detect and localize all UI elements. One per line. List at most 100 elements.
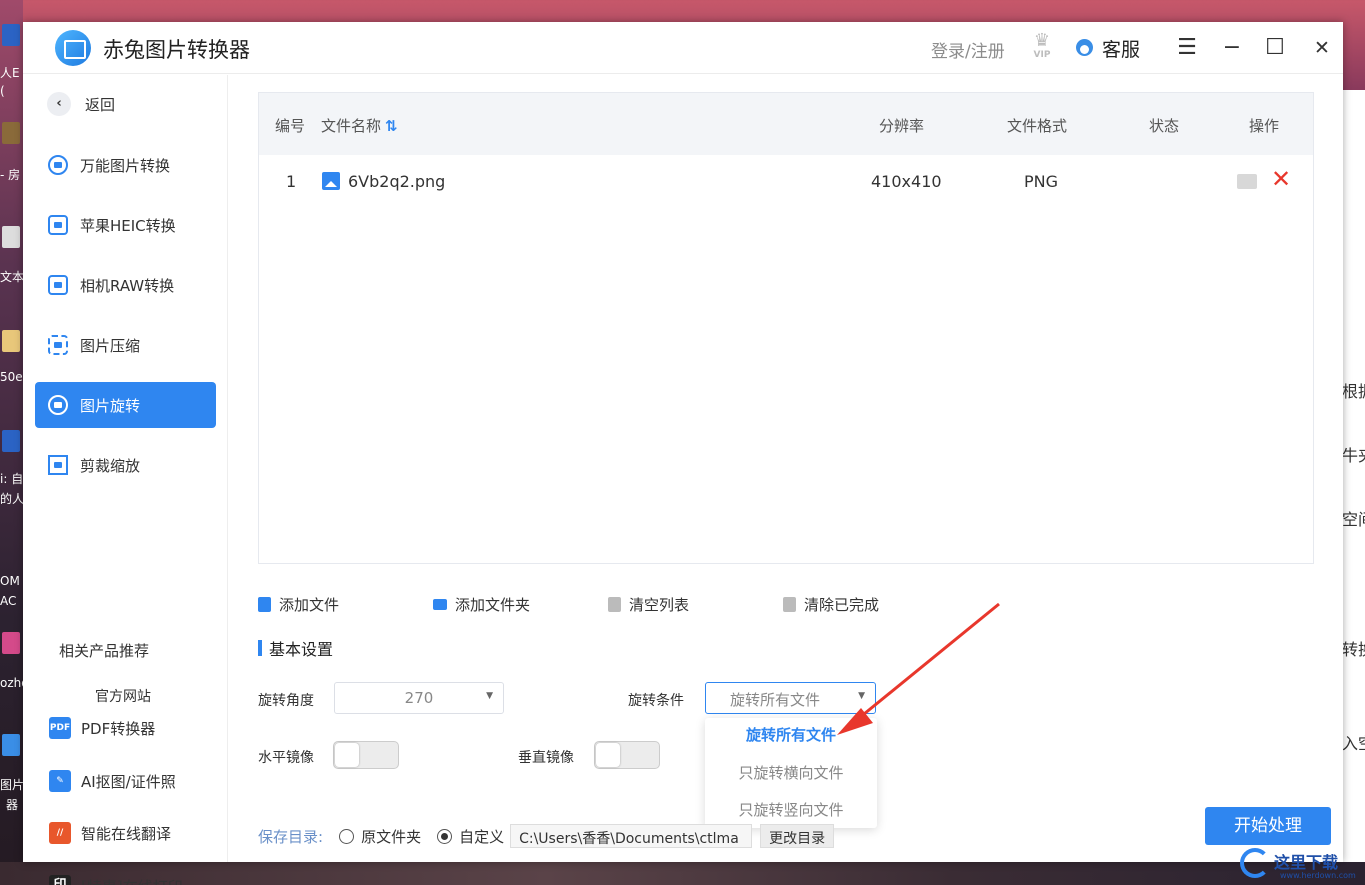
row-filename-text: 6Vb2q2.png [348,172,446,191]
add-file-button[interactable]: 添加文件 [258,594,339,615]
crop-icon [48,455,68,475]
recommend-label: AI抠图/证件照 [81,772,176,791]
desktop-label: 文本 [0,270,23,284]
sidebar-item-heic[interactable]: 苹果HEIC转换 [35,202,216,248]
save-label: 保存目录: [258,827,324,846]
col-filename[interactable]: 文件名称 ⇅ [321,115,398,136]
vmirror-toggle[interactable] [594,741,660,769]
save-directory-row: 保存目录: 原文件夹 自定义 C:\Users\香香\Documents\ctl… [258,824,835,848]
minimize-button[interactable]: − [1216,32,1248,64]
customer-service-button[interactable]: 客服 [1102,35,1140,62]
desktop-label: 的人 [0,492,23,506]
toggle-knob [335,743,359,767]
col-status: 状态 [1149,117,1180,135]
folder-icon [2,330,20,352]
login-register-link[interactable]: 登录/注册 [931,37,1005,62]
annotation-arrow [837,602,1000,735]
compress-icon [48,335,68,355]
word-doc-icon [2,430,20,452]
table-row[interactable]: 1 6Vb2q2.png 410x410 PNG ✕ [259,155,1313,209]
col-action: 操作 [1249,117,1280,135]
sidebar-item-image-convert[interactable]: 万能图片转换 [35,142,216,188]
open-folder-icon[interactable] [1237,174,1257,189]
file-add-icon [258,597,271,612]
sidebar-item-label: 剪裁缩放 [80,456,141,475]
recommend-label: PDF转换器 [81,719,156,738]
recommend-translate[interactable]: // 智能在线翻译 [49,821,171,845]
sidebar-item-crop[interactable]: 剪裁缩放 [35,442,216,488]
section-marker [258,640,262,656]
radio-original-label: 原文件夹 [361,827,422,846]
sidebar-item-label: 万能图片转换 [80,156,171,175]
translate-icon: // [49,822,71,844]
hmirror-label: 水平镜像 [258,750,314,766]
desktop-label: ( [0,84,5,98]
sort-icon[interactable]: ⇅ [385,117,398,135]
vip-crown-icon[interactable]: ♛ VIP [1027,32,1057,62]
col-format: 文件格式 [1007,117,1068,135]
desktop-left-strip: 人E ( - 房 文本 50e i: 自 的人 OM AC ozho 图片 器 [0,0,23,885]
raw-icon [48,275,68,295]
print-icon: 印 [49,875,71,885]
vip-label: VIP [1033,50,1051,60]
sidebar-item-compress[interactable]: 图片压缩 [35,322,216,368]
basic-settings-title: 基本设置 [258,636,333,660]
angle-label: 旋转角度 [258,693,314,709]
back-button[interactable]: ‹ 返回 [47,91,115,117]
customer-service-icon[interactable] [1076,39,1093,56]
sidebar-item-label: 图片压缩 [80,336,141,355]
desktop-label: AC [0,594,17,608]
start-process-button[interactable]: 开始处理 [1205,807,1331,845]
col-number: 编号 [275,117,306,135]
desktop-label: - 房 [0,168,21,182]
maximize-button[interactable]: ☐ [1259,32,1291,64]
clear-list-button[interactable]: 清空列表 [608,594,689,615]
archive-icon [2,632,20,654]
pdf-icon: PDF [49,717,71,739]
option-rotate-portrait[interactable]: 只旋转竖向文件 [705,799,877,820]
background-text: 牛夹 [1342,446,1365,465]
watermark-text: 这里下载 [1274,853,1339,872]
menu-icon[interactable]: ☰ [1171,32,1203,64]
close-button[interactable]: ✕ [1306,32,1338,64]
recommend-print[interactable]: 印 [特惠]在线打印 [49,874,183,885]
add-folder-button[interactable]: 添加文件夹 [433,594,530,615]
hmirror-toggle[interactable] [333,741,399,769]
row-filename: 6Vb2q2.png [322,172,445,191]
toggle-knob [596,743,620,767]
word-doc-icon [2,24,20,46]
watermark-logo-icon [1240,848,1270,878]
row-resolution: 410x410 [871,172,942,191]
image-convert-icon [48,155,68,175]
condition-value: 旋转所有文件 [730,691,821,709]
sidebar-item-raw[interactable]: 相机RAW转换 [35,262,216,308]
recommend-label: 智能在线翻译 [81,824,172,843]
background-text: 根据 [1342,382,1365,401]
text-file-icon [2,226,20,248]
recommend-ai-cutout[interactable]: ✎ AI抠图/证件照 [49,769,176,793]
back-label: 返回 [85,95,116,114]
table-header: 编号 文件名称 ⇅ 分辨率 文件格式 状态 操作 [259,93,1313,155]
recommend-pdf[interactable]: PDF PDF转换器 [49,716,155,740]
add-file-label: 添加文件 [279,596,340,614]
site-watermark: 这里下载 www.herdown.com [1240,846,1365,885]
clear-list-label: 清空列表 [629,596,690,614]
app-window: 赤兔图片转换器 登录/注册 ♛ VIP 客服 ☰ − ☐ ✕ ‹ 返回 万能图片转… [23,22,1343,885]
sidebar-item-rotate[interactable]: 图片旋转 [35,382,216,428]
option-rotate-landscape[interactable]: 只旋转横向文件 [705,762,877,783]
radio-custom-folder[interactable] [437,828,453,844]
angle-select[interactable]: 270 ▼ [334,682,504,714]
delete-icon[interactable]: ✕ [1271,167,1291,191]
taskbar-strip [0,862,1365,885]
vmirror-label: 垂直镜像 [518,750,574,766]
background-text: 空间 [1342,510,1365,529]
broom-icon [608,597,621,612]
change-directory-button[interactable]: 更改目录 [760,824,835,848]
desktop-label: 50e [0,370,23,384]
radio-original-folder[interactable] [339,828,355,844]
add-folder-label: 添加文件夹 [455,596,531,614]
desktop-label: ozho [0,676,23,690]
save-path-input[interactable]: C:\Users\香香\Documents\ctlma [510,824,753,848]
official-site-link[interactable]: 官方网站 [95,686,151,706]
angle-value: 270 [404,689,434,707]
